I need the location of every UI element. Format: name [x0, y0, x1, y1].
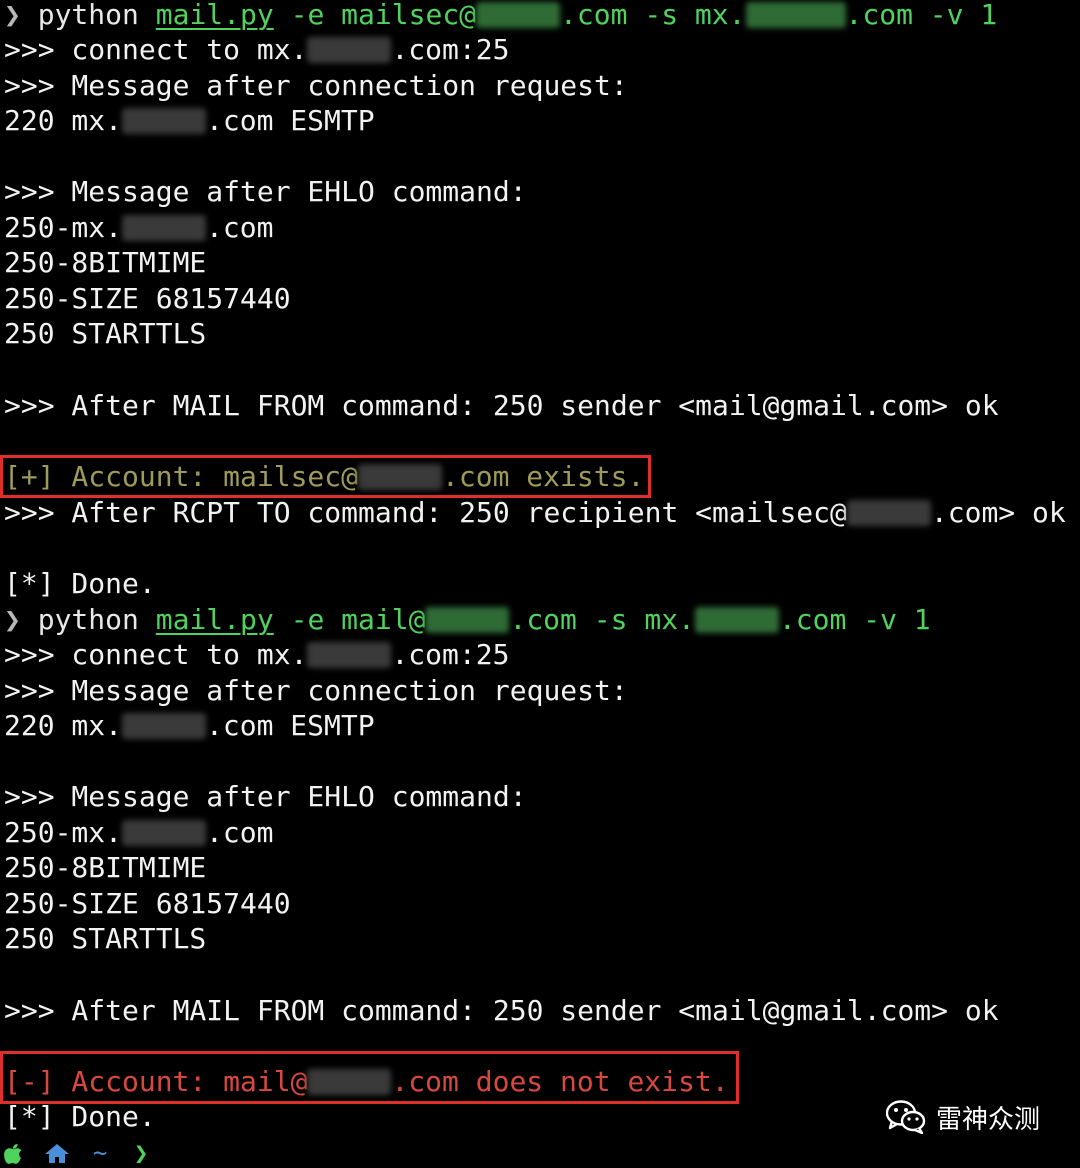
rcpt-suffix: .com> ok	[930, 496, 1066, 529]
redaction	[122, 713, 207, 739]
rcpt-prefix: >>> After RCPT TO command: 250 recipient…	[4, 496, 847, 529]
result-suffix: .com does not exist.	[391, 1065, 729, 1098]
result-prefix: [-] Account: mail@	[4, 1065, 308, 1098]
cmd-email-tail: .com	[509, 603, 577, 636]
terminal-window[interactable]: ❯ python mail.py -e mailsec@ .com -s mx..…	[0, 0, 1080, 1168]
cmd-python: python	[37, 0, 139, 31]
output-line: [*] Done.	[4, 567, 156, 600]
redaction	[307, 1069, 392, 1095]
redaction	[307, 37, 392, 63]
watermark-text: 雷神众测	[936, 1104, 1041, 1135]
result-line-not-exist: [-] Account: mail@ .com does not exist.	[4, 1064, 729, 1100]
output-line: >>> After RCPT TO command: 250 recipient…	[4, 495, 1066, 531]
output-line: 250-8BITMIME	[4, 246, 207, 279]
redaction	[846, 500, 931, 526]
cmd-server-tail: .com	[845, 0, 913, 31]
cmd-script: mail.py	[155, 603, 274, 636]
banner-prefix: 220 mx.	[4, 709, 123, 742]
output-line: >>> Message after EHLO command:	[4, 780, 527, 813]
output-line: 250-SIZE 68157440	[4, 282, 291, 315]
redaction	[476, 2, 561, 28]
redaction	[122, 820, 207, 846]
redaction	[745, 2, 846, 28]
output-line: 250-SIZE 68157440	[4, 887, 291, 920]
redaction	[425, 607, 510, 633]
output-line: 250-mx. .com	[4, 210, 273, 246]
connect-suffix: .com:25	[391, 33, 510, 66]
redaction	[307, 642, 392, 668]
prompt-arrow: ❯	[4, 603, 21, 636]
connect-prefix: >>> connect to mx.	[4, 33, 308, 66]
redaction	[122, 108, 207, 134]
redaction	[358, 464, 443, 490]
apple-icon	[4, 1143, 22, 1164]
output-line: [*] Done.	[4, 1100, 156, 1133]
banner-suffix: .com ESMTP	[206, 104, 375, 137]
tilde: ~	[92, 1139, 108, 1167]
home-icon	[45, 1144, 70, 1163]
cmd-server-flag: -s mx.	[644, 0, 746, 31]
cmd-server-flag: -s mx.	[593, 603, 695, 636]
cmd-email-tail: .com	[560, 0, 628, 31]
redaction	[694, 607, 779, 633]
banner-prefix: 220 mx.	[4, 104, 123, 137]
cmd-verbose: -v 1	[929, 0, 998, 31]
output-line: 250 STARTTLS	[4, 922, 207, 955]
connect-suffix: .com:25	[391, 638, 510, 671]
result-prefix: [+] Account: mailsec@	[4, 460, 359, 493]
output-line: 250-8BITMIME	[4, 851, 207, 884]
redaction	[122, 215, 207, 241]
prompt-arrow: ❯	[4, 0, 21, 31]
connect-prefix: >>> connect to mx.	[4, 638, 308, 671]
output-line: 220 mx. .com ESMTP	[4, 708, 375, 744]
output-line: >>> connect to mx. .com:25	[4, 32, 509, 68]
cmd-email-flag: -e mail@	[290, 603, 426, 636]
ehlo-host-prefix: 250-mx.	[4, 816, 123, 849]
output-line: 250-mx. .com	[4, 815, 273, 851]
prompt-arrow: ❯	[133, 1139, 149, 1167]
output-line: 250 STARTTLS	[4, 317, 207, 350]
ehlo-host-suffix: .com	[206, 211, 274, 244]
output-line: >>> Message after connection request:	[4, 69, 628, 102]
wechat-icon	[886, 1100, 926, 1134]
output-line: >>> After MAIL FROM command: 250 sender …	[4, 389, 999, 422]
watermark: 雷神众测	[886, 1096, 1040, 1138]
cmd-verbose: -v 1	[863, 603, 931, 636]
result-line-exists: [+] Account: mailsec@ .com exists.	[4, 459, 644, 495]
cmd-script: mail.py	[155, 0, 274, 31]
output-line: >>> connect to mx. .com:25	[4, 637, 509, 673]
cmd-python: python	[37, 603, 139, 636]
output-line: >>> Message after EHLO command:	[4, 175, 527, 208]
cmd-server-tail: .com	[778, 603, 847, 636]
output-line: 220 mx. .com ESMTP	[4, 103, 375, 139]
ehlo-host-suffix: .com	[206, 816, 274, 849]
ehlo-host-prefix: 250-mx.	[4, 211, 123, 244]
cmd-email-flag: -e mailsec@	[290, 0, 477, 31]
command-line-2: ❯ python mail.py -e mail@ .com -s mx. .com…	[4, 602, 931, 638]
command-line-1: ❯ python mail.py -e mailsec@ .com -s mx..…	[4, 0, 997, 33]
output-line: >>> After MAIL FROM command: 250 sender …	[4, 994, 999, 1027]
output-line: >>> Message after connection request:	[4, 674, 628, 707]
shell-prompt[interactable]: ~ ❯	[4, 1138, 148, 1168]
banner-suffix: .com ESMTP	[206, 709, 375, 742]
result-suffix: .com exists.	[442, 460, 645, 493]
